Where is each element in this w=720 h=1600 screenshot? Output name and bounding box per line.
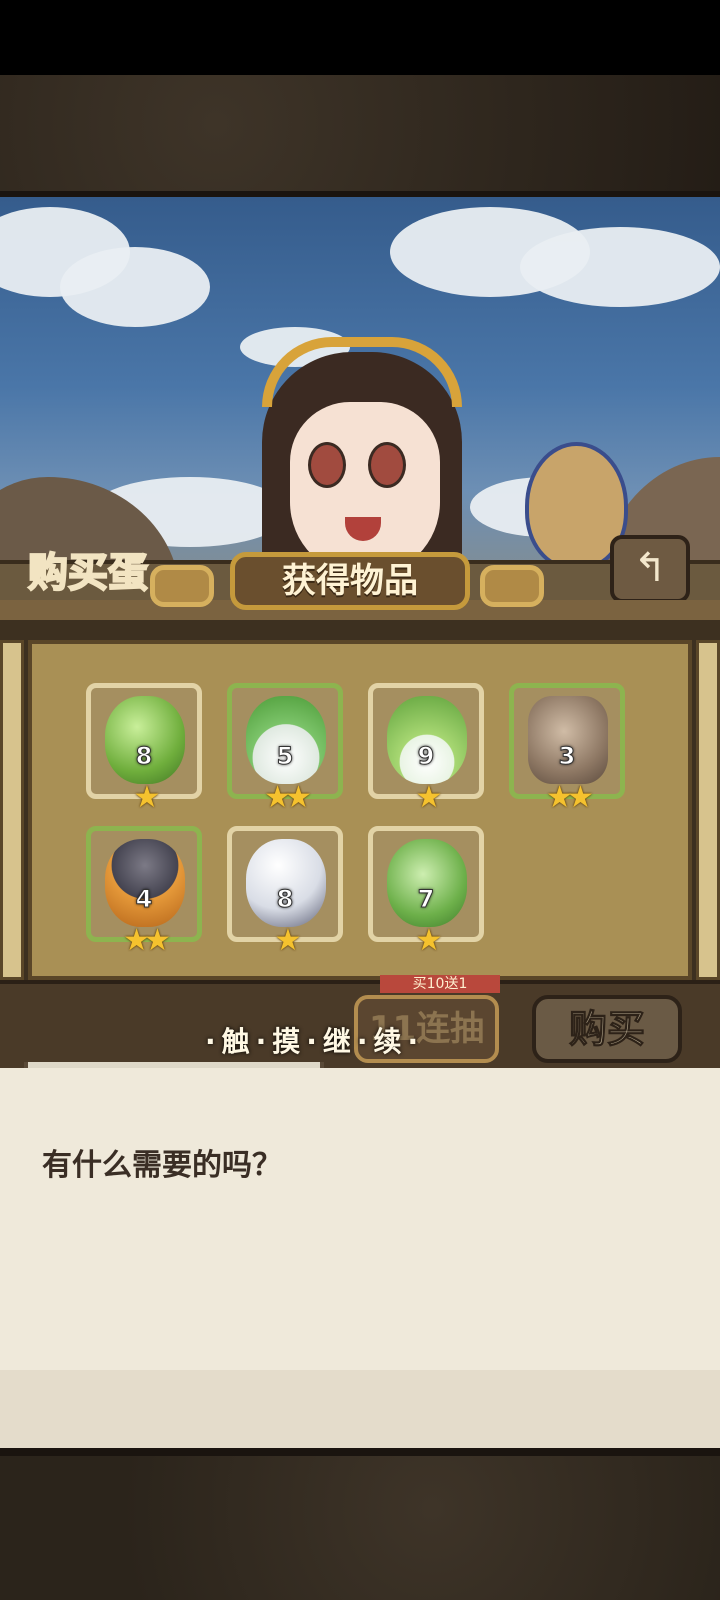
- item-slot[interactable]: 7 ★: [368, 826, 484, 958]
- back-button[interactable]: ↰: [610, 535, 690, 603]
- item-count: 5: [276, 742, 294, 771]
- item-count: 3: [558, 742, 576, 771]
- item-count: 7: [417, 885, 435, 914]
- item-count: 9: [417, 742, 435, 771]
- rarity-stars: ★★: [123, 923, 171, 958]
- buy-button[interactable]: 购买: [532, 995, 682, 1063]
- sprout-egg-icon: [387, 696, 467, 784]
- hat-egg-icon: [105, 839, 185, 927]
- rarity-stars: ★: [415, 780, 443, 815]
- cloud: [60, 247, 210, 327]
- scroll-edge-right: [696, 640, 720, 980]
- shopkeeper-face: [290, 402, 440, 577]
- tap-to-continue-hint: ·触·摸·继·续·: [205, 1025, 425, 1058]
- shopkeeper-eye: [308, 442, 346, 488]
- rarity-stars: ★: [415, 923, 443, 958]
- dialogue-zigzag-edge: [0, 1355, 720, 1375]
- top-wood-band: [0, 75, 720, 197]
- dialog-title: 获得物品: [230, 552, 470, 610]
- turnip-egg-icon: [246, 696, 326, 784]
- shopkeeper-eye: [368, 442, 406, 488]
- rarity-stars: ★★: [264, 780, 312, 815]
- item-count: 8: [276, 885, 294, 914]
- bonus-banner: 买10送1: [380, 975, 500, 993]
- item-slot[interactable]: 3 ★★: [509, 683, 625, 815]
- status-bar: [0, 0, 720, 75]
- item-slot[interactable]: 4 ★★: [86, 826, 202, 958]
- bottom-wood-band: [0, 1448, 720, 1600]
- scroll-edge-left: [0, 640, 24, 980]
- shop-title: 购买蛋: [27, 549, 149, 597]
- item-count: 4: [135, 885, 153, 914]
- rarity-stars: ★: [274, 923, 302, 958]
- slime-egg-icon: [105, 696, 185, 784]
- title-ornament: [480, 565, 544, 607]
- leaf-egg-icon: [387, 839, 467, 927]
- item-slot[interactable]: 5 ★★: [227, 683, 343, 815]
- shopkeeper-message: 有什么需要的吗？: [42, 1148, 282, 1183]
- cloud: [520, 227, 720, 307]
- item-slot[interactable]: 8 ★: [227, 826, 343, 958]
- rarity-stars: ★: [133, 780, 161, 815]
- white-egg-icon: [246, 839, 326, 927]
- item-slot[interactable]: 8 ★: [86, 683, 202, 815]
- back-arrow-icon: ↰: [633, 545, 667, 591]
- dialogue-box-lower: [0, 1370, 720, 1448]
- item-slot[interactable]: 9 ★: [368, 683, 484, 815]
- rock-helmet-egg-icon: [528, 696, 608, 784]
- title-ornament: [150, 565, 214, 607]
- rarity-stars: ★★: [546, 780, 594, 815]
- item-count: 8: [135, 742, 153, 771]
